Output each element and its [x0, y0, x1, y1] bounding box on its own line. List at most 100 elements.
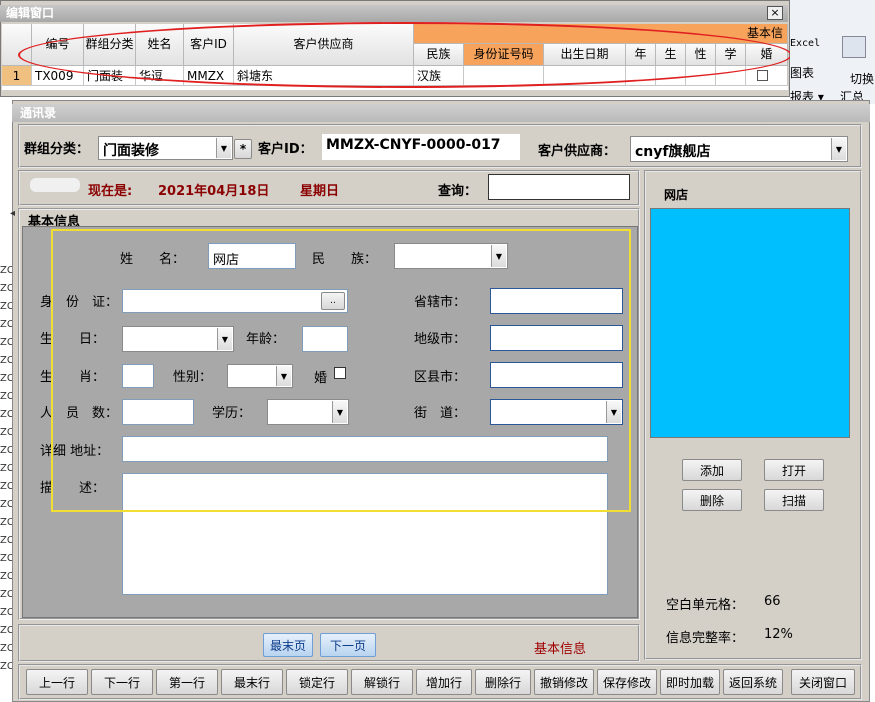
col-header-supplier[interactable]: 客户供应商: [234, 24, 414, 66]
cell-birthday[interactable]: [544, 66, 626, 86]
cell-gender[interactable]: [686, 66, 716, 86]
chevron-down-icon[interactable]: ▼: [332, 401, 347, 423]
group-label: 群组分类：: [24, 142, 90, 157]
collapse-icon[interactable]: ◂: [10, 208, 15, 219]
gender-label: 性别：: [173, 370, 213, 385]
col-header-group[interactable]: 群组分类: [84, 24, 136, 66]
married-checkbox[interactable]: [334, 367, 346, 379]
name-input[interactable]: 网店: [208, 243, 296, 269]
description-textarea[interactable]: [122, 473, 608, 595]
col-header-married[interactable]: 婚: [746, 44, 788, 66]
city-input[interactable]: [490, 325, 623, 351]
switch-icon[interactable]: [842, 36, 866, 58]
scan-button[interactable]: 扫描: [764, 489, 824, 511]
empty-cells-label: 空白单元格：: [666, 598, 745, 613]
chevron-down-icon[interactable]: ▼: [831, 138, 846, 160]
switch-label[interactable]: 切换: [850, 70, 874, 87]
group-header-basic-info: 基本信: [414, 24, 788, 44]
nation-combo[interactable]: ▼: [394, 243, 508, 269]
married-checkbox[interactable]: [757, 70, 768, 81]
name-label: 姓 名：: [120, 252, 186, 267]
next-page-button[interactable]: 下一页: [320, 633, 376, 657]
return-system-button[interactable]: 返回系统: [723, 669, 783, 695]
birthday-combo[interactable]: ▼: [122, 326, 234, 352]
chevron-down-icon[interactable]: ▼: [606, 401, 621, 423]
street-label: 街 道：: [414, 406, 467, 421]
cell-nation[interactable]: 汉族: [414, 66, 464, 86]
supplier-combo[interactable]: cnyf旗舰店 ▼: [630, 136, 848, 162]
delete-row-button[interactable]: 删除行: [475, 669, 531, 695]
cell-married[interactable]: [746, 66, 788, 86]
col-header-name[interactable]: 姓名: [136, 24, 184, 66]
first-row-button[interactable]: 第一行: [156, 669, 218, 695]
col-header-nation[interactable]: 民族: [414, 44, 464, 66]
cell-customer-id[interactable]: MMZX: [184, 66, 234, 86]
delete-photo-button[interactable]: 删除: [682, 489, 742, 511]
current-weekday: 星期日: [300, 184, 340, 199]
zodiac-input[interactable]: [122, 364, 154, 388]
save-changes-button[interactable]: 保存修改: [597, 669, 657, 695]
col-header-gender[interactable]: 性: [686, 44, 716, 66]
col-header-education[interactable]: 学: [716, 44, 746, 66]
customer-id-field[interactable]: MMZX-CNYF-0000-017: [322, 134, 520, 160]
excel-label[interactable]: Excel: [790, 38, 820, 49]
col-header-year[interactable]: 年: [626, 44, 656, 66]
gender-combo[interactable]: ▼: [227, 364, 293, 388]
idcard-browse-button[interactable]: ..: [321, 292, 345, 310]
street-combo[interactable]: ▼: [490, 399, 623, 425]
zodiac-label: 生 肖：: [40, 370, 106, 385]
chevron-down-icon[interactable]: ▼: [276, 366, 291, 386]
cell-idcard[interactable]: [464, 66, 544, 86]
chart-button[interactable]: 图表: [790, 64, 814, 81]
col-header-customer-id[interactable]: 客户ID: [184, 24, 234, 66]
col-header-birthday[interactable]: 出生日期: [544, 44, 626, 66]
county-input[interactable]: [490, 362, 623, 388]
row-index[interactable]: 1: [2, 66, 32, 86]
close-icon[interactable]: ×: [767, 6, 783, 20]
cell-zodiac[interactable]: [656, 66, 686, 86]
add-row-button[interactable]: 增加行: [416, 669, 472, 695]
cell-year[interactable]: [626, 66, 656, 86]
data-grid: 编号 群组分类 姓名 客户ID 客户供应商 基本信 民族 身份证号码 出生日期 …: [2, 24, 788, 90]
empty-cells-value: 66: [764, 594, 781, 609]
members-label: 人 员 数：: [40, 406, 119, 421]
current-date: 2021年04月18日: [158, 184, 270, 199]
photo-box[interactable]: [650, 208, 850, 438]
city-label: 地级市：: [414, 332, 467, 347]
idcard-input[interactable]: [122, 289, 348, 313]
province-input[interactable]: [490, 288, 623, 314]
last-row-button[interactable]: 最末行: [221, 669, 283, 695]
group-combo[interactable]: 门面装修 ▼: [98, 136, 233, 160]
cell-supplier[interactable]: 斜塘东: [234, 66, 414, 86]
star-button[interactable]: *: [234, 139, 252, 159]
unlock-row-button[interactable]: 解锁行: [351, 669, 413, 695]
cell-id[interactable]: TX009: [32, 66, 84, 86]
education-combo[interactable]: ▼: [267, 399, 349, 425]
members-input[interactable]: [122, 399, 194, 425]
address-input[interactable]: [122, 436, 608, 462]
lock-row-button[interactable]: 锁定行: [286, 669, 348, 695]
instant-load-button[interactable]: 即时加载: [660, 669, 720, 695]
col-header-zodiac[interactable]: 生: [656, 44, 686, 66]
last-page-button[interactable]: 最末页: [263, 633, 313, 657]
cell-group[interactable]: 门面装: [84, 66, 136, 86]
open-button[interactable]: 打开: [764, 459, 824, 481]
supplier-label: 客户供应商：: [538, 144, 617, 159]
undo-changes-button[interactable]: 撤销修改: [534, 669, 594, 695]
photo-title: 网店: [664, 188, 689, 202]
chevron-down-icon[interactable]: ▼: [491, 245, 506, 267]
age-input[interactable]: [302, 326, 348, 352]
add-button[interactable]: 添加: [682, 459, 742, 481]
prev-row-button[interactable]: 上一行: [26, 669, 88, 695]
col-header-id[interactable]: 编号: [32, 24, 84, 66]
row-selector-header: [2, 24, 32, 66]
cell-education[interactable]: [716, 66, 746, 86]
col-header-idcard[interactable]: 身份证号码: [464, 44, 544, 66]
customer-id-label: 客户ID：: [258, 142, 313, 157]
close-window-button[interactable]: 关闭窗口: [791, 669, 855, 695]
cell-name[interactable]: 华逗: [136, 66, 184, 86]
next-row-button[interactable]: 下一行: [91, 669, 153, 695]
chevron-down-icon[interactable]: ▼: [217, 328, 232, 350]
query-input[interactable]: [488, 174, 630, 200]
chevron-down-icon[interactable]: ▼: [216, 138, 231, 158]
